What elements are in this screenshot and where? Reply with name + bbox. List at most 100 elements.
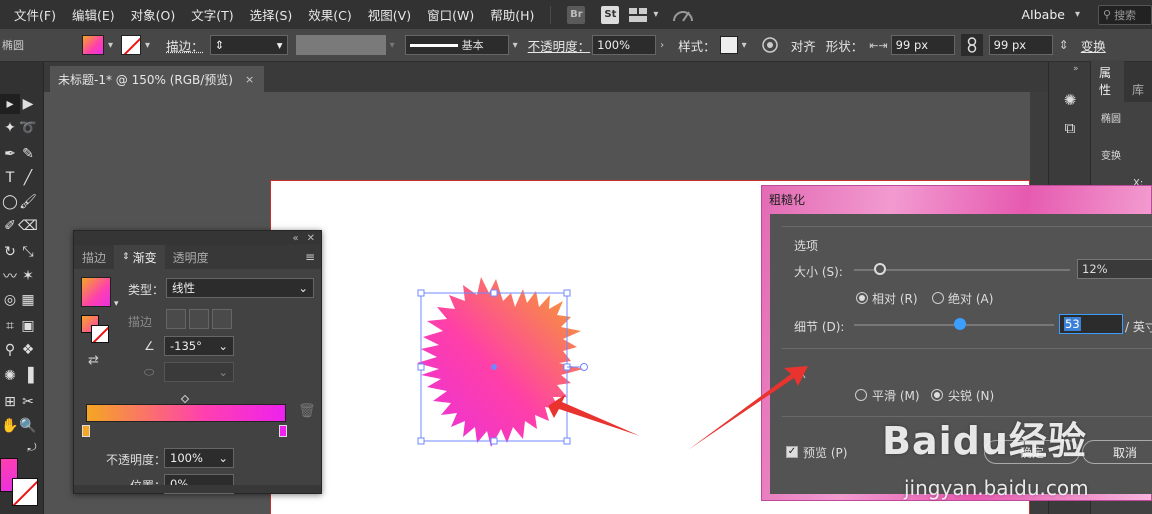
transform-button[interactable]: 变换 xyxy=(1081,36,1106,55)
lasso-tool-icon[interactable]: ➰ xyxy=(18,118,38,138)
stop-opacity-field[interactable]: 100% ⌄ xyxy=(164,448,234,468)
roughened-ellipse[interactable] xyxy=(417,277,583,447)
arrange-documents-icon[interactable] xyxy=(627,4,649,26)
close-icon[interactable]: × xyxy=(245,73,254,86)
variable-width-profile[interactable] xyxy=(295,35,386,55)
panel-menu-icon[interactable]: ≡ xyxy=(305,250,315,264)
fill-swatch[interactable] xyxy=(82,35,104,55)
chevron-down-icon[interactable]: ▾ xyxy=(653,9,658,20)
detail-field[interactable]: 53 xyxy=(1059,314,1123,334)
preview-checkbox[interactable]: ✓ xyxy=(786,446,798,458)
fill-stroke-toggle[interactable] xyxy=(81,315,111,345)
detail-slider-knob[interactable] xyxy=(954,318,966,330)
scale-tool-icon[interactable]: ⤡ xyxy=(18,242,38,262)
perspective-grid-icon[interactable]: ▦ xyxy=(18,290,38,310)
stroke-color-swatch[interactable] xyxy=(12,478,38,506)
chevron-down-icon[interactable]: ▾ xyxy=(145,40,150,51)
recolor-artwork-icon[interactable] xyxy=(759,34,781,56)
shape-height-field[interactable]: 99 px xyxy=(988,35,1053,55)
reverse-gradient-icon[interactable]: ⇄ xyxy=(88,353,99,368)
chevron-down-icon[interactable]: ▾ xyxy=(513,40,518,51)
shaper-tool-icon[interactable]: ✐ xyxy=(0,216,20,236)
brush-definition[interactable]: 基本 xyxy=(404,35,509,55)
tab-stroke[interactable]: 描边 xyxy=(74,245,114,269)
stroke-along-icon[interactable] xyxy=(189,309,209,329)
stroke-across-icon[interactable] xyxy=(212,309,232,329)
artboards-icon[interactable]: ⧉ xyxy=(1060,118,1080,138)
stroke-gradient-options[interactable] xyxy=(166,309,234,329)
shape-width-field[interactable]: 99 px xyxy=(890,35,955,55)
collapse-icon[interactable]: « xyxy=(292,233,298,244)
stroke-weight-field[interactable]: ⇕ ▾ xyxy=(209,35,288,55)
symbol-sprayer-icon[interactable]: ✺ xyxy=(0,366,20,386)
shape-builder-icon[interactable]: ◎ xyxy=(0,290,20,310)
menu-window[interactable]: 窗口(W) xyxy=(419,5,482,24)
gpu-performance-icon[interactable] xyxy=(672,4,694,26)
ellipse-tool-icon[interactable]: ◯ xyxy=(0,192,20,212)
menu-type[interactable]: 文字(T) xyxy=(183,5,241,24)
curvature-tool-icon[interactable]: ✎ xyxy=(18,144,38,164)
dialog-title[interactable]: 粗糙化 xyxy=(762,186,1151,212)
gradient-midpoint[interactable] xyxy=(180,394,190,404)
eraser-tool-icon[interactable]: ⌫ xyxy=(18,216,38,236)
menu-edit[interactable]: 编辑(E) xyxy=(64,5,123,24)
gradient-type-select[interactable]: 线性 ⌄ xyxy=(166,278,314,298)
size-slider-track[interactable] xyxy=(854,269,1070,271)
chevron-down-icon[interactable]: ▾ xyxy=(1075,9,1080,20)
hand-tool-icon[interactable]: ✋ xyxy=(0,416,20,436)
opacity-label[interactable]: 不透明度： xyxy=(528,36,591,55)
tab-gradient[interactable]: ⇕ 渐变 xyxy=(114,245,165,269)
menu-select[interactable]: 选择(S) xyxy=(242,5,301,24)
smooth-radio[interactable] xyxy=(855,389,867,401)
stroke-swatch[interactable] xyxy=(121,35,142,55)
angle-field[interactable]: -135° ⌄ xyxy=(164,336,234,356)
stroke-swatch[interactable] xyxy=(91,325,109,343)
gradient-slider[interactable] xyxy=(86,404,286,422)
slice-tool-icon[interactable]: ✂ xyxy=(18,392,38,412)
menu-effect[interactable]: 效果(C) xyxy=(300,5,359,24)
color-guide-icon[interactable]: ✺ xyxy=(1060,90,1080,110)
search-input[interactable]: ⚲ 搜索 xyxy=(1098,4,1152,25)
opacity-field[interactable]: 100% xyxy=(592,35,657,55)
chevron-down-icon[interactable]: ▾ xyxy=(277,38,283,52)
chevron-down-icon[interactable]: ▾ xyxy=(390,40,395,51)
bridge-icon[interactable]: Br xyxy=(567,5,586,24)
menu-object[interactable]: 对象(O) xyxy=(123,5,184,24)
gradient-preview-swatch[interactable] xyxy=(81,277,111,307)
menu-file[interactable]: 文件(F) xyxy=(6,5,64,24)
size-field[interactable]: 12% xyxy=(1077,259,1152,279)
absolute-radio[interactable] xyxy=(932,292,944,304)
workspace-switcher[interactable]: AIbabe xyxy=(1016,7,1071,22)
tab-transparency[interactable]: 透明度 xyxy=(165,245,217,269)
collapse-icon[interactable]: » xyxy=(1073,64,1079,74)
menu-view[interactable]: 视图(V) xyxy=(360,5,419,24)
size-slider-knob[interactable] xyxy=(873,263,886,275)
align-button[interactable]: 对齐 xyxy=(791,36,816,55)
blend-tool-icon[interactable]: ❖ xyxy=(18,340,38,360)
panel-resize-grip[interactable] xyxy=(74,485,321,493)
selection-tool-icon[interactable]: ▸ xyxy=(0,94,20,114)
gradient-tool-icon[interactable]: ▣ xyxy=(18,316,38,336)
corner-radio[interactable] xyxy=(931,389,943,401)
menu-help[interactable]: 帮助(H) xyxy=(482,5,542,24)
warp-tool-icon[interactable]: 〰 xyxy=(0,266,20,286)
link-proportions-icon[interactable] xyxy=(960,34,983,56)
puppet-warp-icon[interactable]: ✶ xyxy=(18,266,38,286)
line-tool-icon[interactable]: ╱ xyxy=(18,168,38,188)
gradient-stop-end[interactable] xyxy=(279,425,287,437)
chevron-down-icon[interactable]: ▾ xyxy=(742,40,747,51)
graphic-style-swatch[interactable] xyxy=(719,36,738,54)
chevron-down-icon[interactable]: ▾ xyxy=(108,40,113,51)
eyedropper-tool-icon[interactable]: ⚲ xyxy=(0,340,20,360)
rotate-tool-icon[interactable]: ↻ xyxy=(0,242,20,262)
stock-icon[interactable]: St xyxy=(601,5,620,24)
document-tab[interactable]: 未标题-1* @ 150% (RGB/预览) × xyxy=(50,66,264,92)
tab-properties[interactable]: 属性 xyxy=(1091,60,1124,102)
relative-radio[interactable] xyxy=(856,292,868,304)
artboard-tool-icon[interactable]: ⊞ xyxy=(0,392,20,412)
aspect-ratio-field[interactable]: ⌄ xyxy=(164,362,234,382)
mesh-tool-icon[interactable]: ⌗ xyxy=(0,316,20,336)
direct-selection-tool-icon[interactable]: ▶ xyxy=(18,94,38,114)
paintbrush-tool-icon[interactable]: 🖌 xyxy=(18,192,38,212)
stroke-within-icon[interactable] xyxy=(166,309,186,329)
